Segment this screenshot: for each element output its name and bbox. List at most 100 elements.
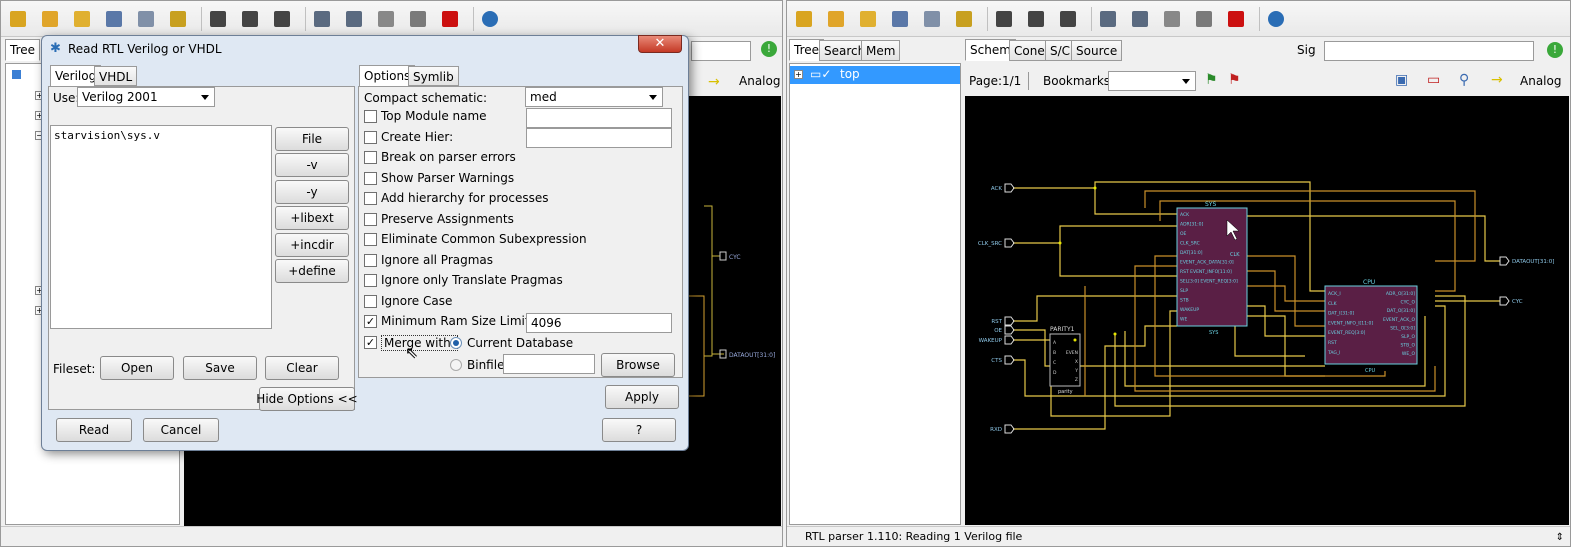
- scroll-stepper-icon[interactable]: ⇕: [1556, 532, 1564, 543]
- input-port-icon[interactable]: [1004, 316, 1015, 326]
- left-tab-tree[interactable]: Tree: [5, 39, 41, 61]
- input-port-icon[interactable]: [1004, 238, 1015, 248]
- file-list-textarea[interactable]: starvision\sys.v: [50, 125, 272, 329]
- load-button[interactable]: [167, 8, 189, 30]
- file-option-button[interactable]: +incdir: [275, 232, 349, 257]
- option-checkbox[interactable]: [364, 233, 377, 246]
- wrench-button[interactable]: [407, 8, 429, 30]
- option-checkbox[interactable]: [364, 171, 377, 185]
- tab-options[interactable]: Options: [359, 65, 416, 87]
- hide-options-button[interactable]: Hide Options <<: [256, 387, 358, 411]
- clear-button[interactable]: Clear: [265, 356, 339, 380]
- rc-button[interactable]: [1057, 8, 1079, 30]
- stop-button[interactable]: [439, 8, 461, 30]
- file-option-button[interactable]: File: [275, 127, 349, 151]
- document-button[interactable]: [1161, 8, 1183, 30]
- add-bookmark-icon[interactable]: ⚑: [1205, 72, 1218, 88]
- percent-button[interactable]: [207, 8, 229, 30]
- database-button[interactable]: [921, 8, 943, 30]
- input-port-icon[interactable]: [1004, 355, 1015, 365]
- left-ok-icon[interactable]: !: [761, 41, 777, 57]
- input-port-icon[interactable]: [1004, 183, 1015, 193]
- file-option-button[interactable]: -y: [275, 179, 349, 204]
- file-option-button[interactable]: +libext: [275, 206, 349, 231]
- load-button[interactable]: [953, 8, 975, 30]
- option-checkbox[interactable]: [364, 294, 377, 308]
- open-project-button[interactable]: [71, 8, 93, 30]
- option-checkbox[interactable]: [364, 212, 377, 226]
- output-port-icon[interactable]: [1499, 296, 1510, 306]
- binfile-input[interactable]: [503, 354, 595, 374]
- bookmarks-select[interactable]: [1108, 71, 1196, 91]
- help-button[interactable]: [479, 8, 501, 30]
- rc-button[interactable]: [271, 8, 293, 30]
- help-button[interactable]: [1265, 8, 1287, 30]
- cancel-button[interactable]: Cancel: [143, 418, 219, 442]
- file-option-button[interactable]: +define: [275, 259, 349, 283]
- zoom-icon[interactable]: ⚲: [1459, 72, 1469, 88]
- print-button[interactable]: [311, 8, 333, 30]
- window-icon[interactable]: ▭: [1427, 72, 1440, 88]
- read-button[interactable]: Read: [56, 418, 132, 442]
- open-project-button[interactable]: [857, 8, 879, 30]
- close-button[interactable]: ✕: [638, 35, 682, 53]
- tab-vhdl[interactable]: VHDL: [94, 66, 138, 86]
- browse-button[interactable]: Browse: [601, 353, 675, 377]
- remove-bookmark-icon[interactable]: ⚑: [1228, 72, 1241, 88]
- tab-source[interactable]: Source: [1071, 40, 1123, 61]
- tab-mem[interactable]: Mem: [861, 40, 901, 61]
- tab-cone[interactable]: Cone: [1009, 40, 1050, 61]
- option-checkbox[interactable]: [364, 110, 377, 123]
- help-button[interactable]: ?: [602, 418, 676, 442]
- ok-icon[interactable]: !: [1547, 42, 1563, 58]
- output-port-icon[interactable]: [1499, 256, 1510, 266]
- save-button[interactable]: [889, 8, 911, 30]
- top-module-input[interactable]: [526, 108, 672, 128]
- database-button[interactable]: [135, 8, 157, 30]
- apply-button[interactable]: Apply: [605, 385, 679, 409]
- open-file-button[interactable]: [39, 8, 61, 30]
- camera-button[interactable]: [1129, 8, 1151, 30]
- schematic-canvas[interactable]: SYS SYS CLK CPU CPU PARITY1 parity ACK AD…: [965, 96, 1569, 525]
- stop-button[interactable]: [1225, 8, 1247, 30]
- compact-select[interactable]: med: [525, 87, 663, 107]
- tab-search-label: Search: [824, 44, 866, 58]
- waveform-button[interactable]: [1025, 8, 1047, 30]
- ram-size-input[interactable]: 4096: [526, 313, 672, 333]
- wrench-button[interactable]: [1193, 8, 1215, 30]
- save-button[interactable]: Save: [183, 356, 257, 380]
- tree-panel[interactable]: + ▭✓ top: [789, 63, 961, 525]
- option-checkbox[interactable]: ✓: [364, 335, 377, 349]
- binfile-radio[interactable]: [450, 359, 462, 371]
- tab-symlib[interactable]: Symlib: [408, 66, 459, 86]
- analog-arrow-icon[interactable]: →: [1491, 72, 1503, 88]
- input-port-icon[interactable]: [1004, 335, 1015, 345]
- input-port-icon[interactable]: [1004, 424, 1015, 434]
- current-db-radio[interactable]: [450, 337, 462, 349]
- option-checkbox[interactable]: [364, 274, 377, 287]
- file-option-button[interactable]: -v: [275, 153, 349, 178]
- input-port-icon[interactable]: [1004, 325, 1015, 335]
- create-hier-input[interactable]: [526, 128, 672, 148]
- tree-item-top[interactable]: + ▭✓ top: [790, 66, 960, 84]
- open-file-button[interactable]: [825, 8, 847, 30]
- image-icon[interactable]: ▣: [1395, 72, 1408, 88]
- open-button[interactable]: Open: [100, 356, 174, 380]
- open-folder-button[interactable]: [7, 8, 29, 30]
- option-checkbox[interactable]: [364, 130, 377, 144]
- left-analog-icon[interactable]: →: [708, 74, 720, 90]
- percent-button[interactable]: [993, 8, 1015, 30]
- open-folder-button[interactable]: [793, 8, 815, 30]
- use-select[interactable]: Verilog 2001: [77, 87, 215, 107]
- option-checkbox[interactable]: [364, 151, 377, 164]
- waveform-button[interactable]: [239, 8, 261, 30]
- option-checkbox[interactable]: [364, 192, 377, 205]
- option-checkbox[interactable]: [364, 253, 377, 267]
- camera-button[interactable]: [343, 8, 365, 30]
- document-button[interactable]: [375, 8, 397, 30]
- left-sig-input[interactable]: [691, 41, 751, 61]
- sig-input[interactable]: [1324, 41, 1534, 61]
- save-button[interactable]: [103, 8, 125, 30]
- option-checkbox[interactable]: ✓: [364, 315, 377, 328]
- print-button[interactable]: [1097, 8, 1119, 30]
